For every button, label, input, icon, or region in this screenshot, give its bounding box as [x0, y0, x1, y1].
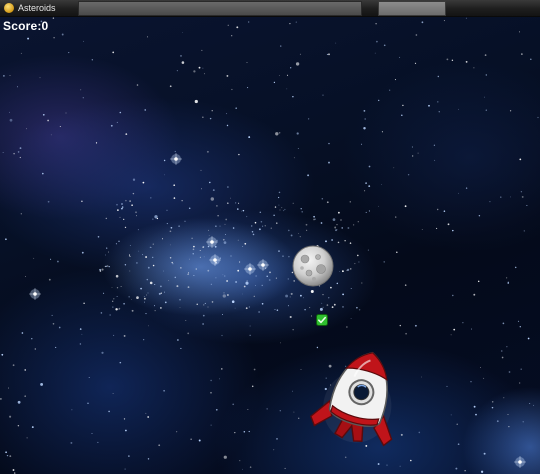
window-title: Asteroids — [18, 3, 56, 13]
game-window: Asteroids Score:0 — [0, 0, 540, 474]
game-canvas[interactable] — [0, 17, 540, 474]
score-label: Score:0 — [3, 19, 49, 33]
bullet — [316, 314, 328, 326]
asteroid — [292, 245, 334, 287]
titlebar-decoration — [78, 1, 362, 16]
starfield — [0, 17, 539, 474]
titlebar-decoration-right — [378, 1, 446, 16]
app-icon — [4, 3, 14, 13]
player-ship — [309, 351, 393, 447]
title-bar[interactable]: Asteroids — [0, 0, 540, 17]
